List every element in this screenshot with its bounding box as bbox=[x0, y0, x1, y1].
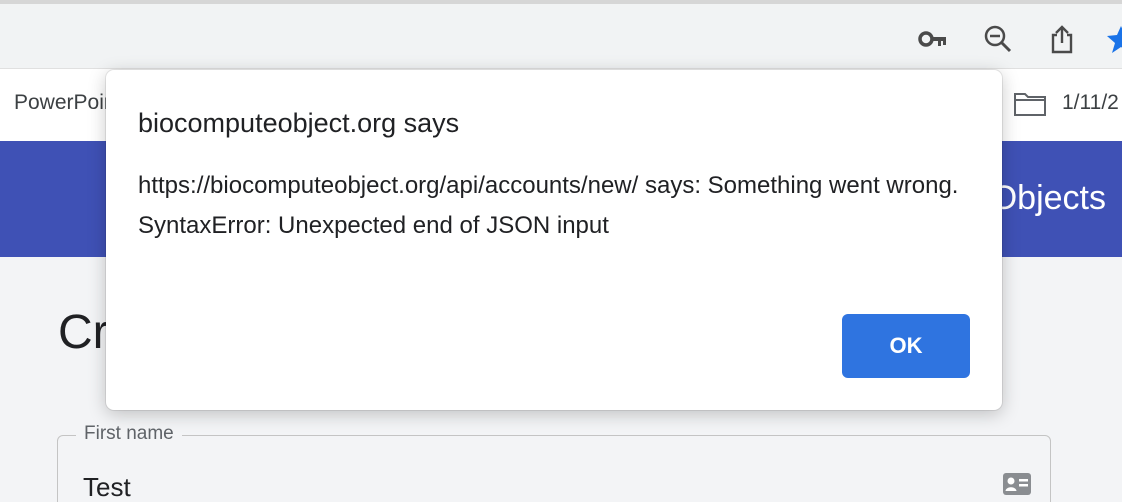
alert-dialog: biocomputeobject.org says https://biocom… bbox=[106, 70, 1002, 410]
screen: PowerPoint 1/11/2 BioCompute Objects Cre… bbox=[0, 0, 1122, 502]
dialog-message: https://biocomputeobject.org/api/account… bbox=[138, 172, 959, 239]
dialog-title: biocomputeobject.org says bbox=[138, 108, 460, 138]
ok-button[interactable]: OK bbox=[842, 314, 970, 378]
dialog-overlay: biocomputeobject.org says https://biocom… bbox=[0, 0, 1122, 502]
